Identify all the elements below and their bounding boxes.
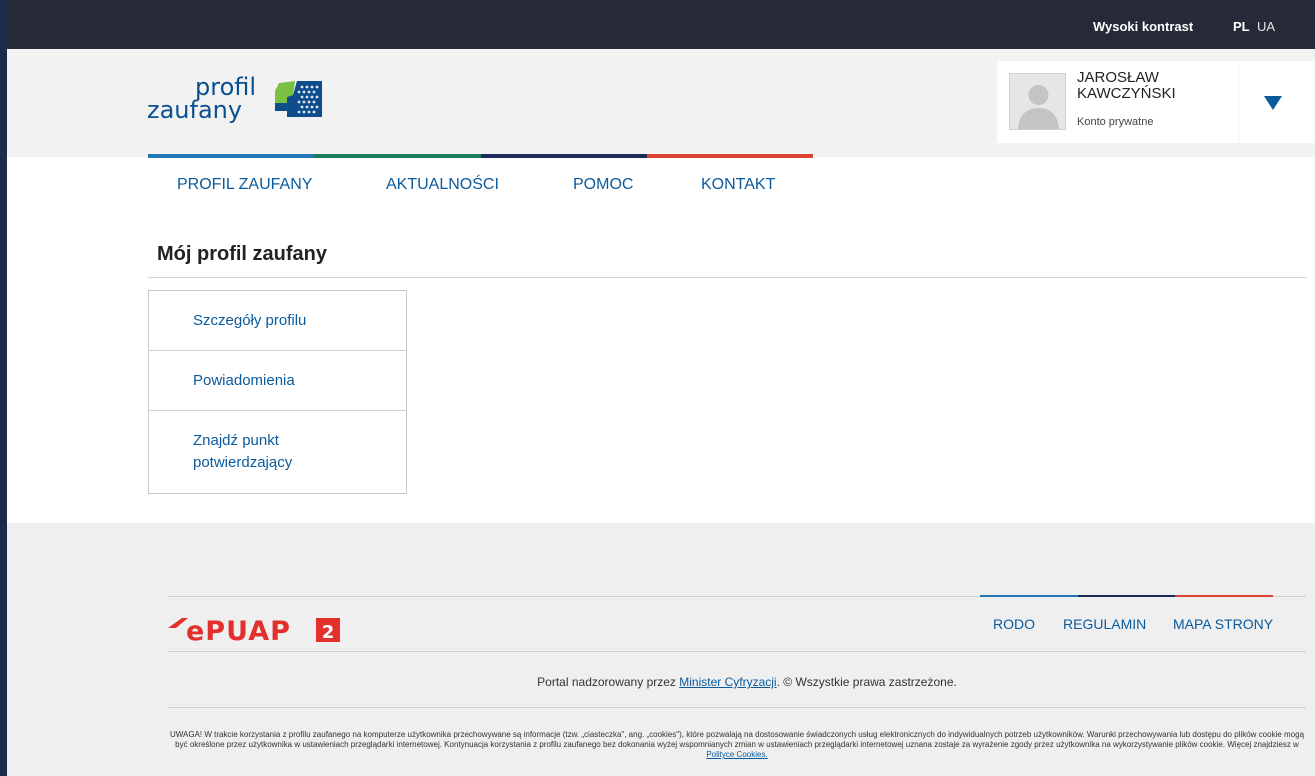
- top-bar: Wysoki kontrast PL UA: [7, 0, 1315, 49]
- stripe-navy: [480, 154, 647, 158]
- stripe-red: [1175, 595, 1274, 597]
- menu-item-find-confirmation-point[interactable]: Znajdź punkt potwierdzający: [149, 411, 406, 493]
- footer: ePUAP 2 RODO REGULAMIN MAPA STRONY Porta…: [7, 523, 1315, 776]
- stripe-red: [646, 154, 813, 158]
- cookie-policy-link[interactable]: Polityce Cookies.: [706, 750, 767, 759]
- cookie-notice-text: UWAGA! W trakcie korzystania z profilu z…: [169, 730, 1305, 749]
- menu-item-notifications[interactable]: Powiadomienia: [149, 351, 406, 411]
- footer-link-regulamin[interactable]: REGULAMIN: [1063, 616, 1146, 632]
- footer-link-rodo[interactable]: RODO: [993, 616, 1035, 632]
- lang-ua-link[interactable]: UA: [1257, 19, 1275, 34]
- nav-kontakt[interactable]: KONTAKT: [701, 176, 775, 194]
- stripe-green: [314, 154, 481, 158]
- cookie-notice: UWAGA! W trakcie korzystania z profilu z…: [168, 730, 1306, 760]
- nav-profil-zaufany[interactable]: PROFIL ZAUFANY: [177, 176, 312, 194]
- epuap-wordmark: ePUAP: [186, 616, 291, 644]
- minister-link[interactable]: Minister Cyfryzacji: [679, 675, 776, 689]
- header: profil zaufany JAROSŁAW KAWCZYŃSKI Konto…: [7, 49, 1315, 157]
- account-type: Konto prywatne: [1077, 116, 1154, 128]
- profile-side-menu: Szczegóły profilu Powiadomienia Znajdź p…: [148, 290, 407, 494]
- page-title: Mój profil zaufany: [157, 243, 327, 265]
- footer-link-mapa-strony[interactable]: MAPA STRONY: [1173, 616, 1273, 632]
- nav-color-stripes: [148, 154, 813, 158]
- user-panel[interactable]: JAROSŁAW KAWCZYŃSKI Konto prywatne: [997, 61, 1238, 143]
- avatar: [1009, 73, 1066, 130]
- epuap-logo[interactable]: ePUAP 2: [168, 614, 358, 647]
- triangle-down-icon: [1264, 96, 1282, 110]
- nav-aktualnosci[interactable]: AKTUALNOŚCI: [386, 176, 499, 194]
- epuap-badge: 2: [322, 622, 335, 643]
- user-name: JAROSŁAW KAWCZYŃSKI: [1077, 69, 1176, 102]
- footer-divider-middle: [168, 651, 1306, 652]
- profil-zaufany-logo[interactable]: profil zaufany: [147, 73, 367, 133]
- high-contrast-link[interactable]: Wysoki kontrast: [1093, 19, 1193, 34]
- stripe-blue: [148, 154, 315, 158]
- stripe-blue: [980, 595, 1078, 597]
- menu-item-profile-details[interactable]: Szczegóły profilu: [149, 291, 406, 351]
- user-menu-toggle[interactable]: [1239, 61, 1315, 143]
- nav-pomoc[interactable]: POMOC: [573, 176, 633, 194]
- footer-color-stripes: [980, 595, 1274, 597]
- supervision-suffix: . © Wszystkie prawa zastrzeżone.: [776, 675, 957, 689]
- supervision-prefix: Portal nadzorowany przez: [537, 675, 680, 689]
- lang-pl-link[interactable]: PL: [1233, 19, 1250, 34]
- user-silhouette-icon: [1018, 85, 1059, 129]
- stripe-navy: [1077, 595, 1176, 597]
- supervision-note: Portal nadzorowany przez Minister Cyfryz…: [7, 675, 1315, 689]
- logo-word-2: zaufany: [147, 96, 242, 124]
- title-divider: [148, 277, 1307, 278]
- page: Wysoki kontrast PL UA profil zaufany JAR…: [7, 0, 1315, 776]
- footer-divider-bottom: [168, 707, 1306, 708]
